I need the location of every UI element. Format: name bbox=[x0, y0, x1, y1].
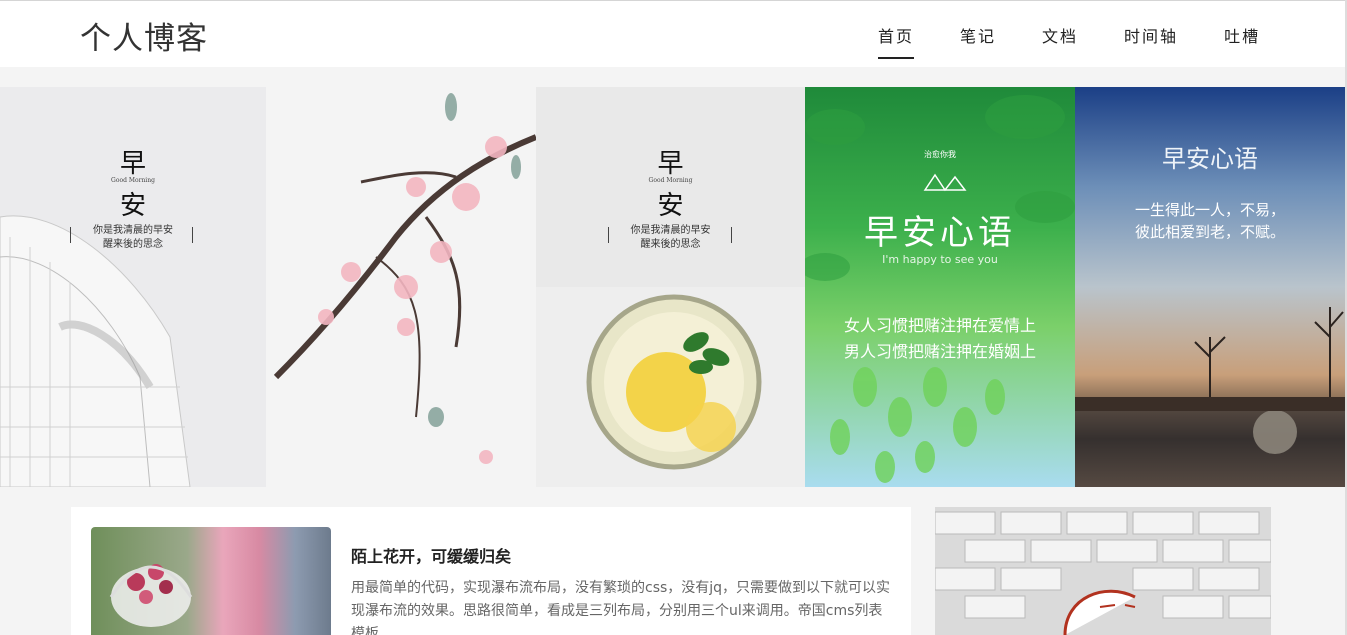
flower-basket-image bbox=[109, 564, 193, 627]
nav-home[interactable]: 首页 bbox=[878, 23, 915, 59]
nav-complaints[interactable]: 吐槽 bbox=[1224, 23, 1260, 59]
article-card: 陌上花开，可缓缓归矣 用最简单的代码，实现瀑布流布局，没有繁琐的css，没有jq… bbox=[71, 507, 911, 635]
quote-line-1: 女人习惯把赌注押在爱情上 bbox=[843, 316, 1037, 335]
article-title[interactable]: 陌上花开，可缓缓归矣 bbox=[351, 543, 511, 567]
blossom-branch-illustration bbox=[273, 93, 536, 464]
banner-gallery: 早 Good Morning 安 你是我清晨的早安 醒来後的思念 早 Good … bbox=[0, 87, 1345, 487]
article-excerpt: 用最简单的代码，实现瀑布流布局，没有繁琐的css，没有jq，只需要做到以下就可以… bbox=[351, 580, 891, 635]
leaves-illustration bbox=[805, 95, 1075, 483]
nav-notes[interactable]: 笔记 bbox=[960, 23, 996, 59]
divider bbox=[608, 227, 609, 243]
quote-title: 早安心语 bbox=[1162, 145, 1258, 173]
greeting-en: Good Morning bbox=[111, 177, 155, 184]
divider bbox=[192, 227, 193, 243]
brick-wall-illustration bbox=[935, 511, 1271, 635]
banner-panel-morning-1[interactable]: 早 Good Morning 安 你是我清晨的早安 醒来後的思念 bbox=[0, 87, 266, 487]
greeting-line-2: 醒来後的思念 bbox=[103, 239, 163, 250]
tagline: 治愈你我 bbox=[924, 150, 956, 159]
sidebar-brick-image bbox=[935, 507, 1271, 635]
greeting-line-1: 你是我清晨的早安 bbox=[630, 225, 711, 236]
greeting-char-1: 早 bbox=[657, 149, 684, 179]
banner-panel-morning-2[interactable]: 早 Good Morning 安 你是我清晨的早安 醒来後的思念 bbox=[536, 87, 805, 487]
greeting-char-2: 安 bbox=[119, 191, 147, 221]
quote-line-2: 男人习惯把赌注押在婚姻上 bbox=[843, 342, 1037, 361]
greeting-char-1: 早 bbox=[119, 149, 147, 179]
banner-panel-blossom[interactable] bbox=[266, 87, 536, 487]
nav-timeline[interactable]: 时间轴 bbox=[1124, 23, 1178, 59]
banner-panel-green-quote[interactable]: 治愈你我 早安心语 I'm happy to see you 女人习惯把赌注押在… bbox=[805, 87, 1075, 487]
quote-title: 早安心语 bbox=[864, 213, 1016, 253]
article-thumbnail[interactable] bbox=[91, 527, 331, 635]
divider bbox=[70, 227, 71, 243]
quote-subtitle: I'm happy to see you bbox=[882, 253, 998, 266]
site-logo[interactable]: 个人博客 bbox=[80, 13, 208, 58]
divider bbox=[731, 227, 732, 243]
greeting-char-2: 安 bbox=[657, 191, 684, 221]
nav-docs[interactable]: 文档 bbox=[1042, 23, 1078, 59]
greeting-line-1: 你是我清晨的早安 bbox=[93, 225, 173, 236]
site-header: 个人博客 首页 笔记 文档 时间轴 吐槽 bbox=[0, 0, 1345, 67]
quote-line-2: 彼此相爱到老，不赋。 bbox=[1134, 223, 1286, 241]
quote-line-1: 一生得此一人，不易， bbox=[1134, 201, 1286, 219]
greeting-line-2: 醒来後的思念 bbox=[640, 239, 701, 250]
greeting-en: Good Morning bbox=[648, 177, 693, 184]
banner-panel-sunset-quote[interactable]: 早安心语 一生得此一人，不易， 彼此相爱到老，不赋。 bbox=[1075, 87, 1345, 487]
main-nav: 首页 笔记 文档 时间轴 吐槽 bbox=[878, 23, 1306, 59]
